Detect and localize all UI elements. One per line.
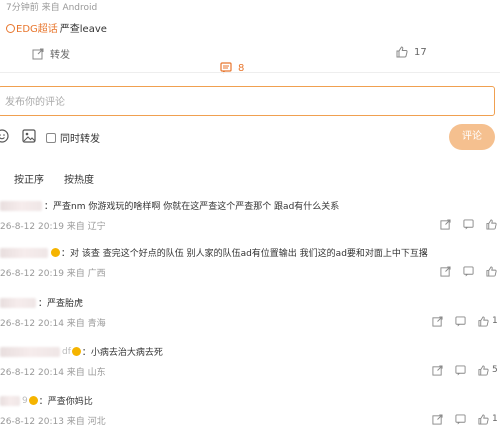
- sort-tabs: 按正序 按热度: [14, 171, 94, 186]
- comment-ops: [428, 217, 500, 231]
- like-count: 17: [414, 46, 427, 58]
- checkbox-box[interactable]: [46, 132, 56, 143]
- reply-button[interactable]: [463, 265, 474, 277]
- reply-button[interactable]: [455, 413, 466, 425]
- forward-icon: [432, 364, 443, 376]
- like-count: 5: [492, 365, 498, 375]
- like-button[interactable]: [486, 218, 500, 230]
- reply-button[interactable]: [455, 364, 466, 376]
- comment-ops: [428, 264, 500, 278]
- comment-ops: 5: [420, 363, 498, 377]
- comment-meta: 26-8-12 20:19 来自 辽宁: [0, 222, 106, 232]
- vip-badge-icon: [28, 396, 38, 405]
- like-count: 1: [492, 316, 498, 326]
- blurred-username[interactable]: [0, 395, 20, 406]
- comment-meta: 26-8-12 20:14 来自 山东: [0, 368, 106, 378]
- tab-sort-hot[interactable]: 按热度: [64, 171, 94, 186]
- forward-icon: [32, 48, 44, 59]
- comment-icon: [463, 265, 474, 277]
- forward-button[interactable]: 转发: [32, 46, 70, 61]
- blurred-username[interactable]: [0, 297, 36, 308]
- comment-button[interactable]: 8: [220, 46, 500, 90]
- comment-toolbar: 同时转发 评论: [0, 124, 500, 150]
- comment-icon: [463, 218, 474, 230]
- post-meta: 7分钟前 来自 Android: [6, 3, 98, 13]
- comment-item: ：对 该查 查完这个好点的队伍 别人家的队伍ad有位置输出 我们这的ad要和对面…: [0, 246, 500, 290]
- forward-label: 转发: [50, 50, 70, 61]
- forward-icon: [440, 265, 451, 277]
- thumbs-up-icon: [396, 46, 408, 58]
- forward-button[interactable]: [440, 218, 451, 230]
- image-icon[interactable]: [22, 129, 36, 143]
- comment-icon: [455, 413, 466, 425]
- post-actions-bar: 转发 8 17: [0, 44, 500, 74]
- comment-text: ：严查胎虎: [38, 299, 84, 309]
- tab-sort-ascending[interactable]: 按正序: [14, 171, 44, 186]
- submit-comment-button[interactable]: 评论: [449, 124, 495, 150]
- thumbs-up-icon: [486, 265, 497, 277]
- vip-badge-icon: [51, 248, 60, 257]
- like-button[interactable]: 5: [478, 364, 498, 376]
- vip-badge-icon: [71, 347, 81, 356]
- forward-icon: [432, 315, 443, 327]
- comment-icon: [455, 364, 466, 376]
- reply-button[interactable]: [455, 315, 466, 327]
- thumbs-up-icon: [486, 218, 497, 230]
- thumbs-up-icon: [478, 315, 489, 327]
- comment-item: 9 ：严查你妈比 26-8-12 20:13 来自 河北 1: [0, 394, 500, 438]
- forward-icon: [440, 218, 451, 230]
- like-button[interactable]: 1: [478, 315, 498, 327]
- forward-button[interactable]: [432, 315, 443, 327]
- like-button[interactable]: 1: [478, 413, 498, 425]
- super-topic-icon: [6, 24, 15, 33]
- thumbs-up-icon: [478, 364, 489, 376]
- comment-meta: 26-8-12 20:13 来自 河北: [0, 417, 106, 427]
- comment-ops: 1: [420, 314, 498, 328]
- username-suffix: df: [62, 346, 71, 357]
- reply-button[interactable]: [463, 218, 474, 230]
- like-button[interactable]: [486, 265, 500, 277]
- like-button[interactable]: 17: [396, 46, 427, 58]
- post-content: EDG超话 严查leave: [6, 20, 107, 35]
- repost-checkbox[interactable]: 同时转发: [46, 130, 100, 145]
- comment-meta: 26-8-12 20:14 来自 青海: [0, 319, 106, 329]
- forward-icon: [432, 413, 443, 425]
- section-divider: [0, 72, 500, 73]
- emoji-icon[interactable]: [0, 129, 9, 143]
- comment-meta: 26-8-12 20:19 来自 广西: [0, 269, 106, 279]
- forward-button[interactable]: [432, 364, 443, 376]
- blurred-username[interactable]: [0, 200, 42, 211]
- comment-text: ：严查你妈比: [38, 397, 93, 407]
- repost-label: 同时转发: [60, 134, 100, 145]
- comment-text: ：对 该查 查完这个好点的队伍 别人家的队伍ad有位置输出 我们这的ad要和对面…: [61, 249, 428, 259]
- comment-text: ：严查nm 你游戏玩的啥样啊 你就在这严查这个严查那个 跟ad有什么关系: [44, 202, 340, 212]
- thumbs-up-icon: [478, 413, 489, 425]
- blurred-username[interactable]: [0, 247, 48, 258]
- username-suffix: 9: [22, 395, 28, 406]
- blurred-username[interactable]: [0, 346, 60, 357]
- comment-input[interactable]: 发布你的评论: [0, 86, 495, 116]
- like-count: 1: [492, 414, 498, 424]
- comment-item: ：严查胎虎 26-8-12 20:14 来自 青海 1: [0, 296, 500, 340]
- comment-item: df ：小病去治大病去死 26-8-12 20:14 来自 山东 5: [0, 345, 500, 389]
- comment-item: ：严查nm 你游戏玩的啥样啊 你就在这严查这个严查那个 跟ad有什么关系 26-…: [0, 199, 500, 243]
- topic-tag-link[interactable]: EDG超话: [16, 24, 58, 35]
- comment-icon: [455, 315, 466, 327]
- comment-text: ：小病去治大病去死: [81, 348, 163, 358]
- comment-ops: 1: [420, 412, 498, 426]
- forward-button[interactable]: [432, 413, 443, 425]
- post-body: 严查leave: [59, 24, 107, 35]
- forward-button[interactable]: [440, 265, 451, 277]
